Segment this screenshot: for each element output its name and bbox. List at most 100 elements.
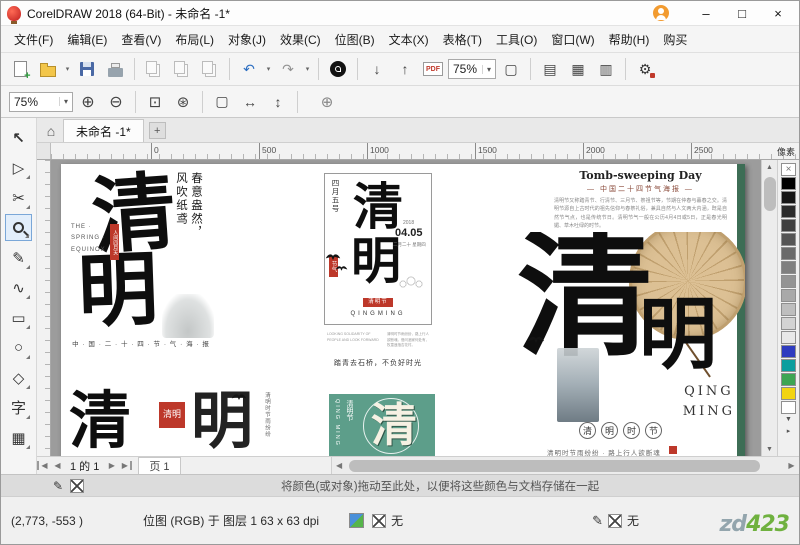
save-button[interactable] [74,56,100,82]
new-tab-button[interactable]: + [148,122,166,139]
palette-swatch[interactable] [781,219,796,232]
document-tab-active[interactable]: 未命名 -1* [63,119,144,142]
palette-swatch[interactable] [781,247,796,260]
fullscreen-preview-button[interactable]: ▢ [498,56,524,82]
palette-swatch[interactable] [781,317,796,330]
zoom-levels-combobox[interactable]: 75% ▾ [9,91,73,112]
rectangle-tool[interactable]: ▭ [5,304,32,331]
fill-indicator[interactable]: 无 [372,512,403,529]
scroll-down-button[interactable]: ▼ [762,442,777,456]
zoom-to-all-objects-button[interactable]: ⊛ [170,89,196,115]
last-page-button[interactable]: ▶ [119,461,133,470]
menu-window[interactable]: 窗口(W) [544,27,601,52]
menu-tools[interactable]: 工具(O) [489,27,544,52]
no-color-well[interactable] [70,478,85,493]
minimize-button[interactable]: – [691,2,721,25]
zoom-levels-dropdown-icon[interactable]: ▾ [58,97,68,106]
first-page-button[interactable]: ◀ [37,461,50,470]
table-tool[interactable]: ▦ [5,424,32,451]
zoom-in-button[interactable]: ⊕ [75,89,101,115]
zoom-to-page-height-button[interactable]: ↕ [265,89,291,115]
horizontal-ruler[interactable]: 0 500 1000 1500 2000 2500 像素 [51,143,799,159]
menu-text[interactable]: 文本(X) [382,27,436,52]
crop-tool[interactable]: ✂ [5,184,32,211]
poster-qingming-3[interactable]: Tomb-sweeping Day — 中国二十四节气海报 — 清明节又称踏青节… [544,166,737,230]
redo-button[interactable]: ↷ [275,56,301,82]
add-preset-button[interactable]: ⊕ [314,89,340,115]
horizontal-scroll-thumb[interactable] [348,459,760,472]
zoom-level-dropdown-icon[interactable]: ▾ [482,64,491,74]
vertical-scrollbar[interactable]: ▲ ▼ [761,160,777,456]
undo-button[interactable]: ↶ [236,56,262,82]
vertical-ruler[interactable] [37,160,51,456]
polygon-tool[interactable]: ◇ [5,364,32,391]
zoom-to-selected-button[interactable]: ⊡ [142,89,168,115]
menu-help[interactable]: 帮助(H) [602,27,657,52]
scroll-left-button[interactable]: ◀ [332,461,347,470]
outline-indicator[interactable]: ✎ 无 [592,512,639,529]
options-button[interactable]: ⚙ [632,56,658,82]
open-dropdown[interactable]: ▾ [63,65,72,73]
palette-swatch[interactable] [781,233,796,246]
palette-swatch[interactable] [781,275,796,288]
vertical-scroll-thumb[interactable] [763,177,776,211]
document-color-profile-icon[interactable] [349,513,365,528]
paste-button[interactable] [197,56,223,82]
horizontal-scrollbar[interactable]: ◀ ▶ [330,457,799,474]
palette-swatch[interactable] [781,177,796,190]
palette-swatch[interactable] [781,303,796,316]
ruler-origin-box[interactable] [37,143,51,159]
search-content-button[interactable] [325,56,351,82]
zoom-tool[interactable] [5,214,32,241]
poster-qingming-5[interactable]: 清 清明 明 清明时节雨纷纷 [63,388,275,456]
page-tab[interactable]: 页 1 [138,457,181,474]
palette-swatch[interactable] [781,359,796,372]
scroll-right-button[interactable]: ▶ [784,461,799,470]
maximize-button[interactable]: □ [727,2,757,25]
text-tool[interactable]: 字 [5,394,32,421]
show-grid-button[interactable]: ▦ [565,56,591,82]
palette-swatch[interactable] [781,289,796,302]
shape-tool[interactable]: ▷ [5,154,32,181]
palette-swatch[interactable] [781,191,796,204]
freehand-tool[interactable]: ✎ [5,244,32,271]
no-color-swatch[interactable]: × [781,163,796,176]
scroll-up-button[interactable]: ▲ [762,160,777,174]
next-page-button[interactable]: ▶ [104,461,119,470]
undo-dropdown[interactable]: ▾ [264,65,273,73]
eyedropper-icon[interactable]: ✎ [53,479,63,493]
horizontal-scroll-track[interactable] [347,459,784,472]
redo-dropdown[interactable]: ▾ [303,65,312,73]
menu-effects[interactable]: 效果(C) [273,27,328,52]
palette-flyout[interactable]: ▸ [787,425,791,436]
zoom-out-button[interactable]: ⊖ [103,89,129,115]
open-button[interactable] [35,56,61,82]
artistic-media-tool[interactable]: ∿ [5,274,32,301]
menu-view[interactable]: 查看(V) [114,27,168,52]
poster-qingming-2[interactable]: 四月五号 清 明 节气 2018 04.05 二月二十 星期四 清明节 QING… [321,170,435,392]
palette-swatch[interactable] [781,373,796,386]
poster-qingming-1[interactable]: 春意盎然， 风吹纸鸢 清 明 THE · SPRING · EQUINOX 人间… [66,166,216,386]
palette-scroll-down[interactable]: ▼ [785,414,792,425]
palette-swatch[interactable] [781,387,796,400]
document-page[interactable]: 春意盎然， 风吹纸鸢 清 明 THE · SPRING · EQUINOX 人间… [61,164,745,456]
print-button[interactable] [102,56,128,82]
palette-swatch[interactable] [781,261,796,274]
menu-edit[interactable]: 编辑(E) [60,27,114,52]
menu-file[interactable]: 文件(F) [7,27,60,52]
menu-bitmaps[interactable]: 位图(B) [328,27,382,52]
pick-tool[interactable]: ↖ [5,124,32,151]
menu-table[interactable]: 表格(T) [436,27,489,52]
palette-swatch[interactable] [781,331,796,344]
menu-layout[interactable]: 布局(L) [168,27,221,52]
palette-swatch[interactable] [781,205,796,218]
cut-button[interactable] [141,56,167,82]
welcome-tab[interactable]: ⌂ [39,120,63,142]
ellipse-tool[interactable]: ○ [5,334,32,361]
show-rulers-button[interactable]: ▤ [537,56,563,82]
previous-page-button[interactable]: ◀ [50,461,65,470]
menu-buy[interactable]: 购买 [656,27,694,52]
poster-qingming-4[interactable]: 清 明 QING MING 清 明 时 节 清明时节雨纷纷 · 路上行人欲断魂 [517,232,745,456]
poster-qingming-6[interactable]: QING MING 清明节 清 [329,394,435,456]
drawing-canvas[interactable]: 春意盎然， 风吹纸鸢 清 明 THE · SPRING · EQUINOX 人间… [51,160,761,456]
